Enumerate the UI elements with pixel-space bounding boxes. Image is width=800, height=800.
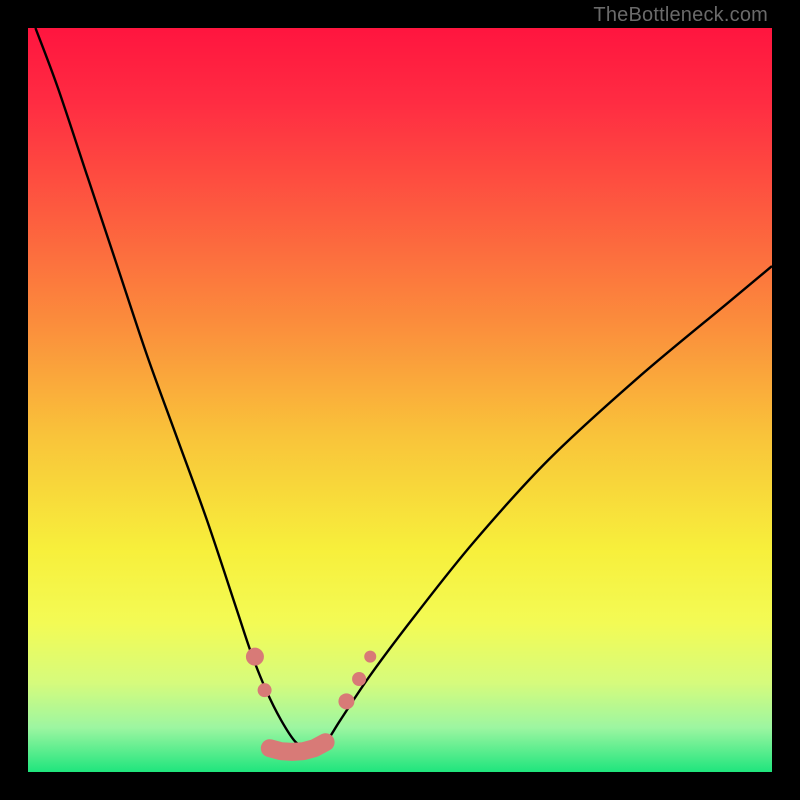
curve-layer	[28, 28, 772, 772]
curve-marker	[352, 672, 366, 686]
curve-marker	[258, 683, 272, 697]
curve-markers	[246, 648, 376, 710]
curve-marker	[246, 648, 264, 666]
plot-area	[28, 28, 772, 772]
curve-marker	[338, 693, 354, 709]
bottom-marker-band	[270, 742, 326, 752]
watermark-text: TheBottleneck.com	[593, 4, 768, 27]
chart-frame: TheBottleneck.com	[0, 0, 800, 800]
bottleneck-curve	[35, 28, 772, 750]
curve-marker	[364, 651, 376, 663]
